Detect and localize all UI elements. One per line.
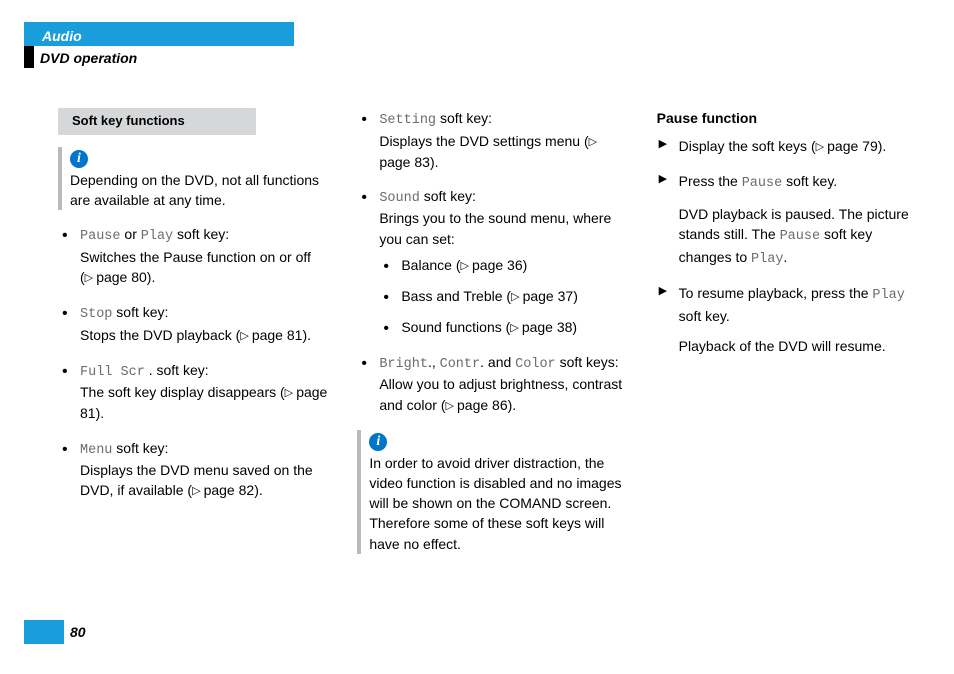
info-icon: i bbox=[70, 150, 88, 168]
section-tab: Audio bbox=[24, 22, 294, 46]
list-item: Bright., Contr. and Color soft keys: All… bbox=[357, 352, 626, 416]
step-item: Press the Pause soft key. bbox=[657, 171, 926, 194]
step-item: Display the soft keys (page 79). bbox=[657, 136, 926, 157]
body-text: soft key: bbox=[116, 440, 168, 456]
column-2: Setting soft key: Displays the DVD setti… bbox=[357, 108, 626, 568]
page-ref: page 86 bbox=[445, 397, 507, 413]
body-text: ., bbox=[428, 354, 440, 370]
body-text: soft keys: bbox=[560, 354, 619, 370]
body-text: Balance bbox=[401, 257, 455, 273]
softkey-label: Play bbox=[751, 252, 783, 267]
softkey-label: Stop bbox=[80, 307, 112, 322]
paragraph: DVD playback is paused. The picture stan… bbox=[657, 204, 926, 269]
softkey-label: Bright bbox=[379, 357, 428, 372]
body-text: soft key: bbox=[424, 188, 476, 204]
page-ref: page 79 bbox=[816, 138, 878, 154]
subsection-heading: Soft key functions bbox=[58, 108, 256, 135]
body-text: soft key: bbox=[177, 226, 229, 242]
body-text: Press the bbox=[679, 173, 742, 189]
softkey-label: Setting bbox=[379, 113, 436, 128]
softkey-label: Color bbox=[515, 357, 556, 372]
softkey-label: Play bbox=[141, 229, 173, 244]
body-text: Playback of the DVD will resume. bbox=[679, 338, 886, 354]
body-text: soft key: bbox=[116, 304, 168, 320]
page-ref: page 81 bbox=[240, 327, 302, 343]
list-item: Pause or Play soft key: Switches the Pau… bbox=[58, 224, 327, 288]
body-text: soft key. bbox=[679, 308, 730, 324]
body-text: To resume playback, press the bbox=[679, 285, 873, 301]
softkey-label: Menu bbox=[80, 443, 112, 458]
body-text: soft key: bbox=[440, 110, 492, 126]
list-item: Full Scr . soft key: The soft key displa… bbox=[58, 360, 327, 424]
softkey-label: Sound bbox=[379, 191, 420, 206]
body-text: soft key. bbox=[786, 173, 837, 189]
list-item: Sound soft key: Brings you to the sound … bbox=[357, 186, 626, 338]
page-ref: page 80 bbox=[85, 269, 147, 285]
softkey-label: Play bbox=[872, 288, 904, 303]
column-1: Soft key functions i Depending on the DV… bbox=[58, 108, 327, 568]
sidebar-accent bbox=[24, 46, 34, 68]
info-text: In order to avoid driver distraction, th… bbox=[369, 455, 621, 552]
body-text: Switches the Pause function on or off bbox=[80, 249, 311, 265]
page-ref: page 38 bbox=[510, 319, 572, 335]
paragraph: Playback of the DVD will resume. bbox=[657, 336, 926, 356]
page-number-badge bbox=[24, 620, 64, 644]
body-text: Displays the DVD settings menu bbox=[379, 133, 584, 149]
softkey-label: Contr bbox=[440, 357, 481, 372]
list-item: Menu soft key: Displays the DVD menu sav… bbox=[58, 438, 327, 502]
section-tab-label: Audio bbox=[42, 28, 82, 44]
softkey-label: Pause bbox=[780, 229, 821, 244]
body-text: Brings you to the sound menu, where you … bbox=[379, 210, 611, 246]
info-text: Depending on the DVD, not all functions … bbox=[70, 172, 319, 208]
list-item: Setting soft key: Displays the DVD setti… bbox=[357, 108, 626, 172]
softkey-label: Pause bbox=[742, 176, 783, 191]
info-icon: i bbox=[369, 433, 387, 451]
sub-item: Sound functions (page 38) bbox=[379, 317, 626, 338]
body-text: . and bbox=[480, 354, 515, 370]
info-callout: i Depending on the DVD, not all function… bbox=[58, 147, 327, 211]
body-text: The soft key display disappears bbox=[80, 384, 280, 400]
list-item: Stop soft key: Stops the DVD playback (p… bbox=[58, 302, 327, 346]
step-item: To resume playback, press the Play soft … bbox=[657, 283, 926, 326]
body-text: . bbox=[783, 249, 787, 265]
page-ref: page 36 bbox=[460, 257, 522, 273]
body-text: Bass and Treble bbox=[401, 288, 506, 304]
page-ref: page 37 bbox=[511, 288, 573, 304]
sub-item: Bass and Treble (page 37) bbox=[379, 286, 626, 307]
sub-item: Balance (page 36) bbox=[379, 255, 626, 276]
page-ref: page 82 bbox=[192, 482, 254, 498]
body-text: Sound functions bbox=[401, 319, 505, 335]
page-number: 80 bbox=[64, 620, 86, 644]
body-text: Display the soft keys bbox=[679, 138, 811, 154]
page-title: DVD operation bbox=[40, 46, 137, 68]
body-text: or bbox=[124, 226, 140, 242]
column-3: Pause function Display the soft keys (pa… bbox=[657, 108, 926, 568]
softkey-label: Pause bbox=[80, 229, 121, 244]
body-text: Stops the DVD playback bbox=[80, 327, 236, 343]
body-text: . soft key: bbox=[149, 362, 209, 378]
info-callout: i In order to avoid driver distraction, … bbox=[357, 430, 626, 554]
subsection-heading: Pause function bbox=[657, 108, 926, 128]
softkey-label: Full Scr bbox=[80, 365, 145, 380]
